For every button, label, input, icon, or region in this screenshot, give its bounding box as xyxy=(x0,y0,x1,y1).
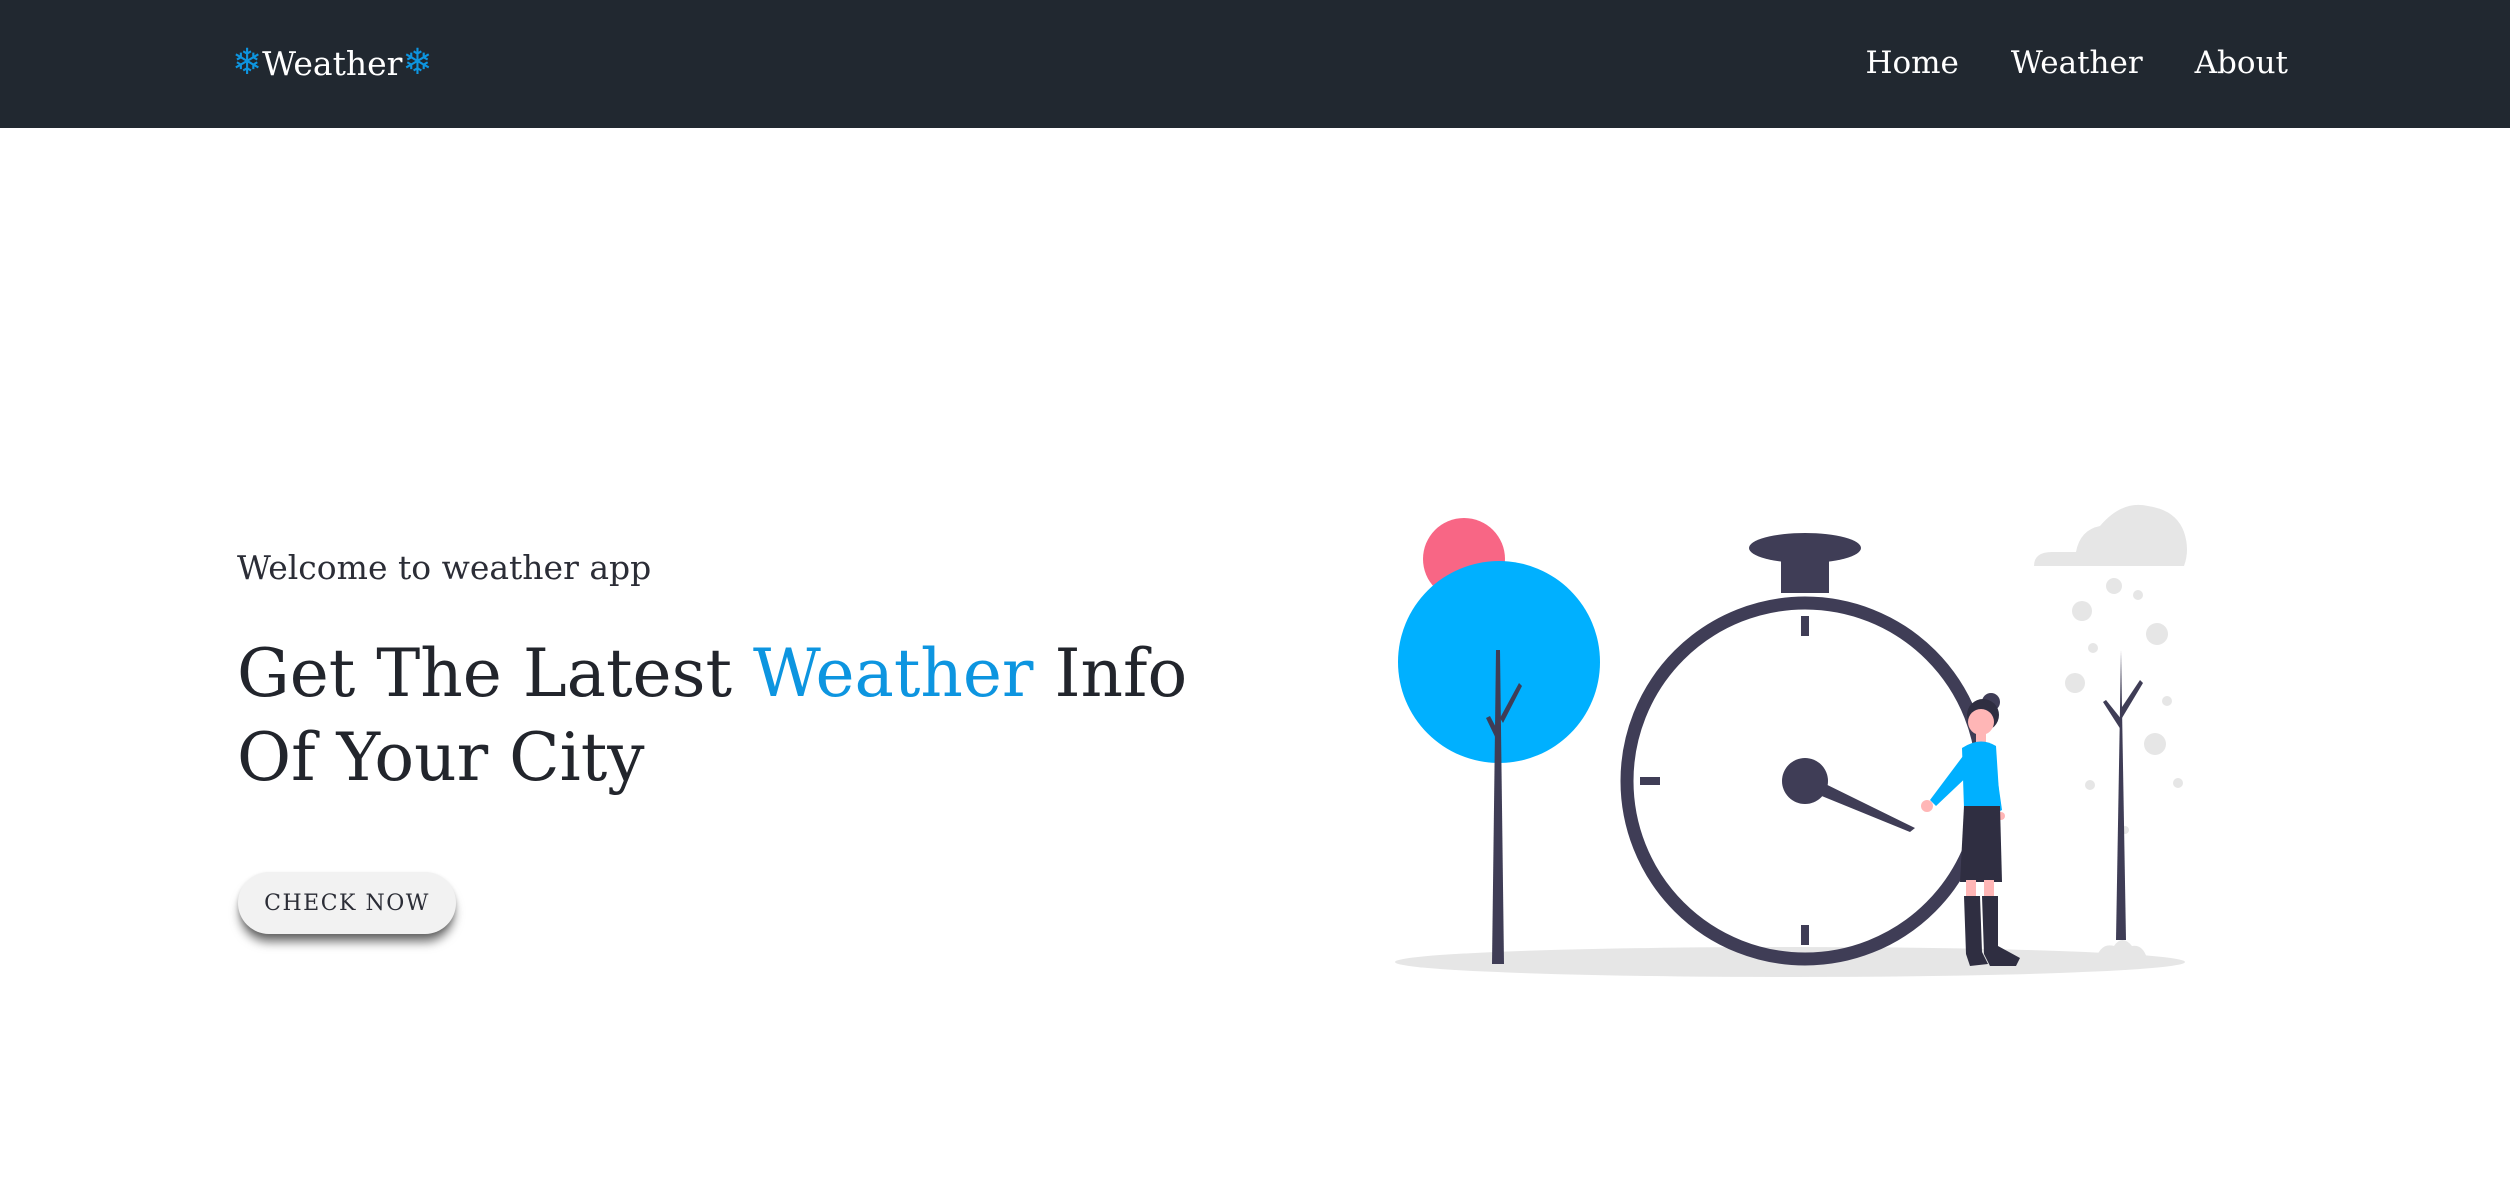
woman-hand xyxy=(1921,800,1933,812)
woman-neck xyxy=(1976,732,1986,742)
woman-leg xyxy=(1984,880,1994,896)
top-navbar: ❄ Weather ❄ Home Weather About xyxy=(0,0,2510,128)
bare-tree-branch xyxy=(2120,680,2143,718)
nav-link-home[interactable]: Home xyxy=(1865,45,1958,81)
person-with-clock-illustration xyxy=(1395,504,2187,977)
nav-link-weather[interactable]: Weather xyxy=(2011,45,2143,81)
stopwatch-hub xyxy=(1782,758,1828,804)
stopwatch-tick-12 xyxy=(1801,616,1809,636)
snow-pile xyxy=(2095,940,2148,962)
brand-logo-link[interactable]: ❄ Weather ❄ xyxy=(232,38,433,88)
woman-boot xyxy=(1982,896,2020,966)
bare-tree-branch xyxy=(2103,700,2122,730)
hero-headline: Get The Latest Weather Info Of Your City xyxy=(237,632,1237,800)
woman-face xyxy=(1968,709,1994,735)
nav-links: Home Weather About xyxy=(1865,38,2288,88)
bare-tree-trunk xyxy=(2116,650,2126,940)
nav-link-about[interactable]: About xyxy=(2195,45,2288,81)
snowflake-icon: ❄ xyxy=(232,42,263,83)
stopwatch-stem xyxy=(1781,548,1829,593)
headline-text-start: Get The Latest xyxy=(237,635,753,712)
woman-leg xyxy=(1966,880,1976,896)
stopwatch-tick-6 xyxy=(1801,925,1809,945)
snowflake-icon: ❄ xyxy=(402,42,433,83)
brand-name: Weather xyxy=(262,43,403,83)
snow-cloud xyxy=(2034,504,2187,566)
welcome-text: Welcome to weather app xyxy=(237,548,652,587)
headline-accent-word: Weather xyxy=(752,635,1034,712)
stopwatch-tick-9 xyxy=(1640,777,1660,785)
check-now-button[interactable]: CHECK NOW xyxy=(238,872,456,934)
woman-skirt xyxy=(1960,806,2002,882)
